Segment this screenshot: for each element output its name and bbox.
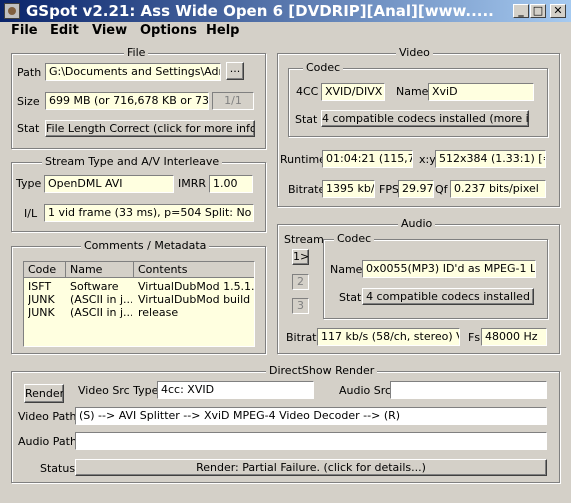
menu-bar: File Edit View Options Help xyxy=(0,22,571,41)
status-label: Status xyxy=(40,462,76,475)
audio-group-title: Audio xyxy=(398,217,436,230)
file-stat-button[interactable]: File Length Correct (click for more info… xyxy=(45,120,255,137)
video-group: Video Codec 4CC XVID/DIVX Name XviD Stat… xyxy=(277,46,560,207)
render-status-button[interactable]: Render: Partial Failure. (click for deta… xyxy=(75,459,547,476)
video-src-type-label: Video Src Type xyxy=(78,384,159,397)
window-title: GSpot v2.21: Ass Wide Open 6 [DVDRIP][An… xyxy=(26,2,494,20)
render-button[interactable]: Render xyxy=(24,384,64,403)
audio-name-field[interactable]: 0x0055(MP3) ID'd as MPEG-1 Laye xyxy=(362,260,536,278)
runtime-label: Runtime xyxy=(280,153,326,166)
audio-bitrate-field[interactable]: 117 kb/s (58/ch, stereo) VBR xyxy=(317,328,460,346)
render-group-title: DirectShow Render xyxy=(266,364,378,377)
audio-stat-label: Stat xyxy=(339,291,362,304)
column-header-contents[interactable]: Contents xyxy=(134,262,254,278)
table-row-code[interactable]: ISFT xyxy=(28,280,64,293)
audio-path-label: Audio Path xyxy=(18,435,77,448)
browse-button[interactable]: ... xyxy=(226,62,244,80)
path-field[interactable]: G:\Documents and Settings\Admi xyxy=(45,63,221,81)
column-header-name[interactable]: Name xyxy=(66,262,134,278)
size-field[interactable]: 699 MB (or 716,678 KB or 733,878 xyxy=(45,92,209,110)
video-path-field[interactable]: (S) --> AVI Splitter --> XviD MPEG-4 Vid… xyxy=(75,407,547,425)
fs-label: Fs xyxy=(468,331,481,344)
comments-group: Comments / Metadata Code Name Contents I… xyxy=(11,239,266,354)
stat-label: Stat xyxy=(17,122,40,135)
table-row-code[interactable]: JUNK xyxy=(28,293,64,306)
audio-src-field[interactable] xyxy=(390,381,547,399)
directshow-render-group: DirectShow Render Render Video Src Type … xyxy=(11,364,560,483)
table-row-contents[interactable]: release xyxy=(138,306,254,319)
il-field[interactable]: 1 vid frame (33 ms), p=504 Split: No xyxy=(44,204,254,222)
menu-view[interactable]: View xyxy=(92,23,127,38)
table-row-code[interactable]: JUNK xyxy=(28,306,64,319)
audio-stream-label: Stream xyxy=(284,233,324,246)
table-row-contents[interactable]: VirtualDubMod 1.5.1... xyxy=(138,280,254,293)
fps-label: FPS xyxy=(379,183,399,196)
stream-group-title: Stream Type and A/V Interleave xyxy=(42,155,223,168)
menu-file[interactable]: File xyxy=(11,23,38,38)
file-group-title: File xyxy=(124,46,149,59)
audio-stream-3-button[interactable]: 3 xyxy=(292,298,309,314)
audio-stat-button[interactable]: 4 compatible codecs installed xyxy=(362,288,534,305)
fourcc-label: 4CC xyxy=(296,85,319,98)
imrr-label: IMRR xyxy=(178,177,207,190)
audio-group: Audio Stream 1> 2 3 Codec Name 0x0055(MP… xyxy=(277,217,560,354)
comments-group-title: Comments / Metadata xyxy=(81,239,210,252)
audio-stream-2-button[interactable]: 2 xyxy=(292,274,309,290)
audio-src-label: Audio Src xyxy=(339,384,392,397)
table-row-name[interactable]: (ASCII in j... xyxy=(70,293,132,306)
type-field[interactable]: OpenDML AVI xyxy=(44,175,174,193)
video-codec-group: Codec 4CC XVID/DIVX Name XviD Stat 4 com… xyxy=(288,61,548,137)
video-bitrate-label: Bitrate xyxy=(288,183,326,196)
column-header-code[interactable]: Code xyxy=(24,262,66,278)
fps-field[interactable]: 29.970 xyxy=(398,180,434,198)
menu-help[interactable]: Help xyxy=(206,23,239,38)
close-button[interactable]: ✕ xyxy=(550,4,566,18)
xy-label: x:y xyxy=(419,153,436,166)
audio-codec-group: Codec Name 0x0055(MP3) ID'd as MPEG-1 La… xyxy=(323,232,548,319)
video-stat-button[interactable]: 4 compatible codecs installed (more info… xyxy=(321,110,529,127)
audio-stream-1-button[interactable]: 1> xyxy=(292,249,309,265)
stream-type-group: Stream Type and A/V Interleave Type Open… xyxy=(11,155,266,232)
file-group: File Path G:\Documents and Settings\Admi… xyxy=(11,46,266,149)
il-label: I/L xyxy=(24,207,38,220)
qf-field[interactable]: 0.237 bits/pixel xyxy=(450,180,546,198)
table-row-name[interactable]: (ASCII in j... xyxy=(70,306,132,319)
menu-edit[interactable]: Edit xyxy=(50,23,79,38)
xy-field[interactable]: 512x384 (1.33:1) [=4:3 xyxy=(435,150,546,168)
fs-field[interactable]: 48000 Hz xyxy=(481,328,547,346)
menu-options[interactable]: Options xyxy=(140,23,197,38)
video-stat-label: Stat xyxy=(295,113,318,126)
video-bitrate-field[interactable]: 1395 kb/ xyxy=(322,180,375,198)
size-label: Size xyxy=(17,95,40,108)
audio-path-field[interactable] xyxy=(75,432,547,450)
title-bar: GSpot v2.21: Ass Wide Open 6 [DVDRIP][An… xyxy=(0,0,571,22)
minimize-button[interactable]: _ xyxy=(513,4,529,18)
metadata-list[interactable]: Code Name Contents ISFT Software Virtual… xyxy=(23,261,255,347)
video-name-field[interactable]: XviD xyxy=(428,83,534,101)
table-row-contents[interactable]: VirtualDubMod build ... xyxy=(138,293,254,306)
file-counter: 1/1 xyxy=(212,92,254,110)
audio-name-label: Name xyxy=(330,263,363,276)
video-src-type-field[interactable]: 4cc: XVID xyxy=(157,381,314,399)
fourcc-field[interactable]: XVID/DIVX xyxy=(321,83,385,101)
qf-label: Qf xyxy=(435,183,448,196)
imrr-field[interactable]: 1.00 xyxy=(209,175,253,193)
app-icon xyxy=(4,3,20,19)
video-path-label: Video Path xyxy=(18,410,77,423)
runtime-field[interactable]: 01:04:21 (115,710 xyxy=(322,150,413,168)
gspot-window: GSpot v2.21: Ass Wide Open 6 [DVDRIP][An… xyxy=(0,0,571,503)
type-label: Type xyxy=(16,177,42,190)
audio-codec-title: Codec xyxy=(334,232,375,245)
video-name-label: Name xyxy=(396,85,429,98)
path-label: Path xyxy=(17,66,42,79)
video-group-title: Video xyxy=(396,46,433,59)
maximize-button[interactable]: □ xyxy=(530,4,546,18)
table-row-name[interactable]: Software xyxy=(70,280,132,293)
video-codec-title: Codec xyxy=(303,61,344,74)
